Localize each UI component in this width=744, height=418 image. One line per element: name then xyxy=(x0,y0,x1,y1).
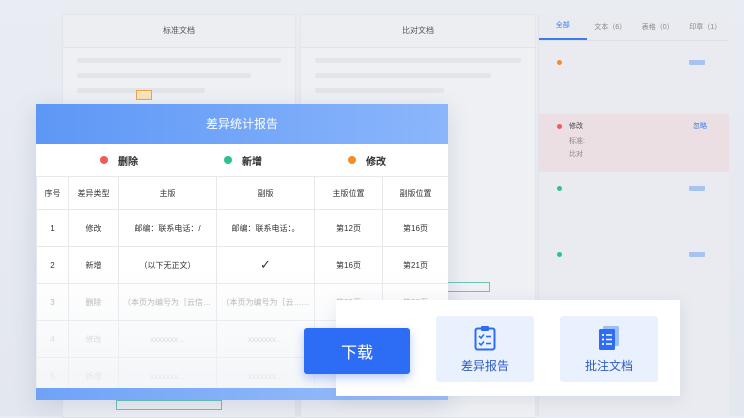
add-dot-icon xyxy=(224,156,232,164)
column-header: 差异类型 xyxy=(68,176,119,210)
table-cell: 删除 xyxy=(68,283,119,321)
report-title: 差异统计报告 xyxy=(36,104,448,144)
check-icon: ✓ xyxy=(216,246,315,284)
text-line xyxy=(315,73,491,78)
tab-all[interactable]: 全部 xyxy=(539,14,587,40)
table-cell: 邮编：联系电话：/ xyxy=(118,209,217,247)
legend-delete: 删除 xyxy=(100,153,138,168)
tab-seal[interactable]: 印章（1） xyxy=(682,22,730,32)
difference-item[interactable] xyxy=(539,184,729,198)
clipboard-checklist-icon xyxy=(474,325,496,350)
difference-item-label: 修改 xyxy=(569,123,583,130)
difference-report-label: 差异报告 xyxy=(460,358,509,373)
legend-add: 新增 xyxy=(224,153,262,168)
document-list-icon xyxy=(599,325,619,350)
table-cell: 新增 xyxy=(68,246,119,284)
tab-table[interactable]: 表格（0） xyxy=(634,22,682,32)
table-cell: 第21页 xyxy=(382,246,448,284)
table-header-row: 序号 差异类型 主版 副版 主版位置 副版位置 xyxy=(36,176,448,210)
difference-item[interactable] xyxy=(539,58,729,72)
modify-dot-icon xyxy=(348,156,356,164)
table-cell: 修改 xyxy=(68,209,119,247)
column-header: 副版 xyxy=(216,176,315,210)
table-cell: （本页为编号为［云…… xyxy=(216,283,315,321)
table-cell: 4 xyxy=(36,320,69,358)
standard-document-title: 标准文档 xyxy=(63,15,295,48)
table-cell: 2 xyxy=(36,246,69,284)
add-dot-icon xyxy=(557,186,562,191)
table-cell: 第12页 xyxy=(314,209,383,247)
annotated-document-button[interactable]: 批注文档 xyxy=(560,316,658,382)
table-cell: 1 xyxy=(36,209,69,247)
table-cell: 修改 xyxy=(68,320,119,358)
diff-highlight-marker xyxy=(136,90,152,100)
locate-bar xyxy=(689,60,705,65)
difference-report-button[interactable]: 差异报告 xyxy=(436,316,534,382)
column-header: 主版位置 xyxy=(314,176,383,210)
ignore-link[interactable]: 忽略 xyxy=(693,121,707,131)
difference-filter-tabs: 全部 文本（6） 表格（0） 印章（1） xyxy=(539,14,729,41)
column-header: 主版 xyxy=(118,176,217,210)
compare-document-title: 比对文档 xyxy=(301,15,535,48)
locate-bar xyxy=(689,252,705,257)
difference-item-compare: 比对 xyxy=(569,151,583,158)
text-line xyxy=(315,58,521,63)
add-dot-icon xyxy=(557,252,562,257)
delete-dot-icon xyxy=(557,124,562,129)
annotated-document-label: 批注文档 xyxy=(584,358,633,373)
locate-bar xyxy=(689,186,705,191)
report-legend: 删除 新增 修改 xyxy=(36,144,448,176)
difference-item-standard: 标准: xyxy=(569,138,585,145)
difference-item-selected[interactable]: 修改 标准: 比对 忽略 xyxy=(539,114,729,172)
legend-delete-label: 删除 xyxy=(118,156,138,168)
table-cell: （以下无正文） xyxy=(118,246,217,284)
table-cell: 第16页 xyxy=(382,209,448,247)
difference-item[interactable] xyxy=(539,250,729,264)
modify-dot-icon xyxy=(557,60,562,65)
column-header: 序号 xyxy=(36,176,69,210)
table-row[interactable]: 2 新增 （以下无正文） ✓ 第16页 第21页 xyxy=(36,246,448,284)
column-header: 副版位置 xyxy=(382,176,448,210)
download-button[interactable]: 下载 xyxy=(304,328,410,374)
diff-highlight-marker xyxy=(116,400,222,410)
table-cell: （本页为编号为［云信…… xyxy=(118,283,217,321)
table-cell: xxxxxxx... xyxy=(118,320,217,358)
table-cell: 3 xyxy=(36,283,69,321)
legend-modify: 修改 xyxy=(348,153,386,168)
tab-text[interactable]: 文本（6） xyxy=(587,22,635,32)
text-line xyxy=(77,73,251,78)
table-cell: 第16页 xyxy=(314,246,383,284)
table-row[interactable]: 1 修改 邮编：联系电话：/ 邮编：联系电话：。 第12页 第16页 xyxy=(36,209,448,247)
delete-dot-icon xyxy=(100,156,108,164)
legend-modify-label: 修改 xyxy=(366,156,386,168)
text-line xyxy=(315,88,444,93)
table-cell: xxxxxxx... xyxy=(216,320,315,358)
legend-add-label: 新增 xyxy=(242,156,262,168)
table-cell: 邮编：联系电话：。 xyxy=(216,209,315,247)
text-line xyxy=(77,58,281,63)
